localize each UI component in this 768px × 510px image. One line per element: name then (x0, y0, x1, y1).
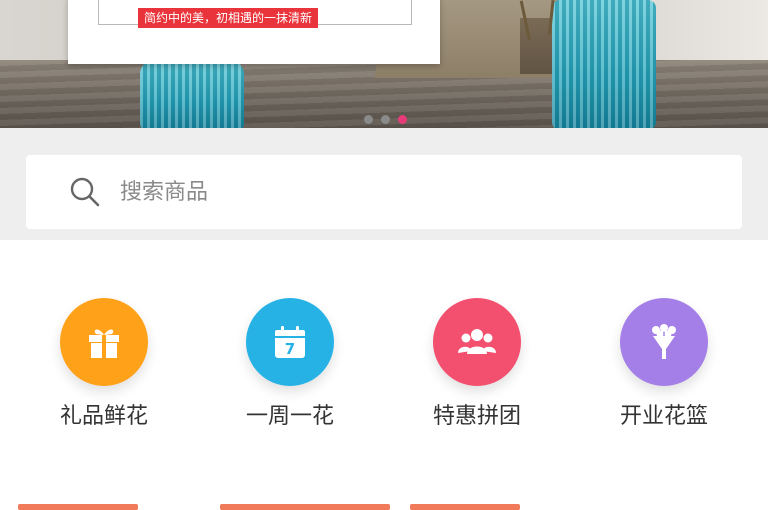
category-weekly-flower[interactable]: 7 一周一花 (210, 298, 370, 430)
banner-vase-image (552, 0, 656, 128)
carousel-dot[interactable] (364, 115, 373, 124)
category-label: 一周一花 (245, 404, 334, 429)
next-section-peek (0, 498, 768, 510)
category-icon-circle (60, 298, 148, 386)
category-label: 礼品鲜花 (59, 404, 148, 429)
category-label: 特惠拼团 (432, 404, 521, 429)
category-grid: 礼品鲜花 7 一周一花 特惠拼团 开业花篮 (0, 240, 768, 470)
category-label: 开业花篮 (619, 404, 708, 429)
cut-off-content (18, 504, 138, 510)
calendar-icon: 7 (275, 326, 305, 358)
banner-slogan: 简约中的美，初相遇的一抹清新 (138, 8, 319, 28)
search-icon (70, 177, 100, 207)
search-bar[interactable] (26, 155, 742, 229)
category-group-deal[interactable]: 特惠拼团 (397, 298, 557, 430)
search-section (0, 128, 768, 240)
category-icon-circle (433, 298, 521, 386)
banner-carousel[interactable]: 简约中的美，初相遇的一抹清新 (0, 0, 768, 128)
cut-off-content (410, 504, 520, 510)
bouquet-icon (652, 324, 676, 359)
cut-off-content (220, 504, 390, 510)
banner-vase-image (140, 60, 244, 128)
gift-icon (89, 329, 119, 358)
banner-poster: 简约中的美，初相遇的一抹清新 (68, 0, 440, 64)
group-icon (458, 329, 496, 354)
carousel-dot-active[interactable] (398, 115, 407, 124)
category-icon-circle: 7 (246, 298, 334, 386)
calendar-day: 7 (285, 340, 295, 358)
category-gift-flowers[interactable]: 礼品鲜花 (24, 298, 184, 430)
search-input[interactable] (118, 178, 682, 206)
carousel-indicator (364, 115, 407, 124)
category-opening-basket[interactable]: 开业花篮 (584, 298, 744, 430)
carousel-dot[interactable] (381, 115, 390, 124)
category-icon-circle (620, 298, 708, 386)
